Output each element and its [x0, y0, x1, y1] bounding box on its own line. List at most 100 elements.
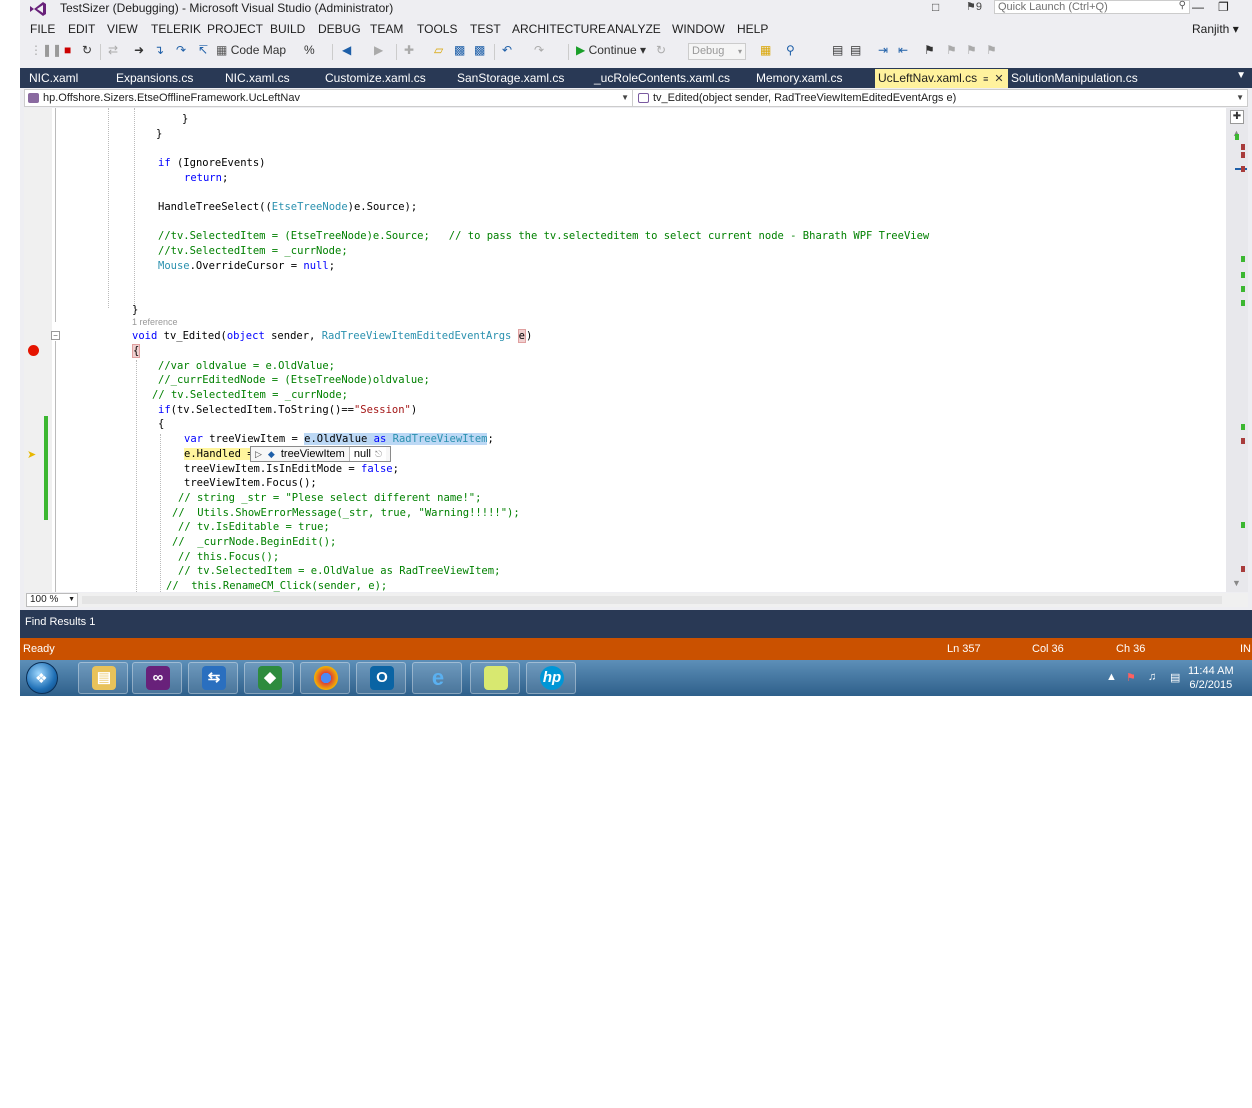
menu-window[interactable]: WINDOW — [672, 22, 725, 36]
taskbar-hp[interactable]: hp — [526, 662, 576, 694]
menu-team[interactable]: TEAM — [370, 22, 403, 36]
scroll-down-icon[interactable]: ▼ — [1232, 578, 1241, 588]
notification-flag-icon[interactable]: ⚑9 — [966, 0, 982, 13]
restore-button[interactable]: ❐ — [1218, 0, 1229, 14]
hex-display-icon[interactable]: % — [304, 43, 315, 57]
expand-arrow-icon[interactable]: ▷ — [255, 449, 262, 459]
stop-debugging-icon[interactable]: ■ — [64, 43, 71, 57]
taskbar-chrome[interactable] — [300, 662, 350, 694]
find-icon[interactable]: ⚲ — [786, 43, 795, 57]
menu-telerik[interactable]: TELERIK — [151, 22, 201, 36]
uncomment-icon[interactable]: ▤ — [850, 43, 861, 57]
clear-bookmarks-icon[interactable]: ⚑ — [986, 43, 997, 57]
bookmark-icon[interactable]: ⚑ — [924, 43, 935, 57]
taskbar-outlook[interactable]: O — [356, 662, 406, 694]
menu-build[interactable]: BUILD — [270, 22, 305, 36]
code-map-button[interactable]: ▦ Code Map — [216, 43, 286, 57]
menu-project[interactable]: PROJECT — [207, 22, 263, 36]
toolbar-separator — [494, 44, 495, 60]
attach-icon[interactable]: ↻ — [656, 43, 666, 57]
solution-configuration-select[interactable]: Debug ▾ — [688, 43, 746, 60]
tab-ucrolecontents-xaml-cs[interactable]: _ucRoleContents.xaml.cs — [594, 71, 730, 85]
break-all-icon[interactable]: ❚❚ — [42, 43, 62, 57]
restart-icon[interactable]: ↻ — [82, 43, 92, 57]
show-next-statement-icon[interactable]: ➜ — [134, 43, 144, 57]
network-icon[interactable]: ▤ — [1170, 671, 1180, 684]
code-line: void tv_Edited(object sender, RadTreeVie… — [132, 329, 533, 343]
system-clock[interactable]: 11:44 AM 6/2/2015 — [1188, 664, 1234, 692]
menu-edit[interactable]: EDIT — [68, 22, 95, 36]
feedback-icon[interactable]: □ — [932, 0, 939, 14]
navigate-forward-icon[interactable]: ▶ — [374, 43, 383, 57]
volume-muted-icon[interactable]: ♫ — [1148, 671, 1156, 683]
action-center-icon[interactable]: ⚑ — [1126, 671, 1136, 684]
navigation-bar: hp.Offshore.Sizers.EtseOfflineFramework.… — [24, 89, 1248, 107]
navigate-back-icon[interactable]: ◀ — [342, 43, 351, 57]
tab-nic-xaml[interactable]: NIC.xaml — [29, 71, 78, 85]
step-over-icon[interactable]: ↷ — [176, 43, 186, 57]
menu-file[interactable]: FILE — [30, 22, 55, 36]
menu-view[interactable]: VIEW — [107, 22, 138, 36]
pin-icon[interactable]: ≡ — [983, 74, 988, 84]
taskbar-app[interactable]: ◆ — [244, 662, 294, 694]
datatip-value[interactable]: null ⎋ — [348, 447, 387, 461]
prev-bookmark-icon[interactable]: ⚑ — [946, 43, 957, 57]
tab-nic-xaml-cs[interactable]: NIC.xaml.cs — [225, 71, 290, 85]
menu-tools[interactable]: TOOLS — [417, 22, 457, 36]
menu-debug[interactable]: DEBUG — [318, 22, 361, 36]
split-window-icon[interactable]: ✚ — [1230, 110, 1244, 124]
new-project-icon[interactable]: ✚ — [404, 43, 414, 57]
debugger-datatip[interactable]: ▷ ◆ treeViewItem null ⎋ — [250, 446, 392, 462]
taskbar-explorer[interactable]: ▤ — [78, 662, 128, 694]
vertical-scrollbar[interactable]: ✚ ▲ ▼ — [1226, 108, 1248, 592]
next-bookmark-icon[interactable]: ⚑ — [966, 43, 977, 57]
save-all-icon[interactable]: ▩ — [474, 43, 485, 57]
indent-guide — [136, 360, 137, 592]
variable-icon: ◆ — [267, 449, 275, 459]
user-name: Ranjith — [1192, 22, 1230, 36]
code-lens-references[interactable]: 1 reference — [132, 317, 178, 327]
open-file-icon[interactable]: ▱ — [434, 43, 443, 57]
tab-expansions-cs[interactable]: Expansions.cs — [116, 71, 193, 85]
save-icon[interactable]: ▩ — [454, 43, 465, 57]
taskbar-sticky-notes[interactable] — [470, 662, 520, 694]
tab-memory-xaml-cs[interactable]: Memory.xaml.cs — [756, 71, 842, 85]
redo-icon[interactable]: ↷ — [534, 43, 544, 57]
step-out-icon[interactable]: ↸ — [198, 43, 208, 57]
step-into-icon[interactable]: ↴ — [154, 43, 164, 57]
menu-help[interactable]: HELP — [737, 22, 768, 36]
zoom-level-select[interactable]: 100 % ▼ — [26, 593, 78, 607]
taskbar-internet-explorer[interactable]: e — [412, 662, 462, 694]
tab-label: UcLeftNav.xaml.cs — [878, 71, 978, 85]
horizontal-scrollbar[interactable] — [82, 596, 1222, 604]
menu-analyze[interactable]: ANALYZE — [607, 22, 661, 36]
minimize-button[interactable]: — — [1192, 0, 1204, 14]
close-icon[interactable]: ✕ — [994, 73, 1003, 85]
quick-launch-input[interactable]: Quick Launch (Ctrl+Q) ⚲ — [994, 0, 1190, 14]
find-results-tab[interactable]: Find Results 1 — [25, 616, 95, 628]
browser-link-icon[interactable]: ⇄ — [108, 43, 118, 57]
find-in-files-icon[interactable]: ▦ — [760, 43, 771, 57]
show-hidden-icons-icon[interactable]: ▲ — [1106, 671, 1117, 683]
code-editor[interactable]: ➤ − } } if (IgnoreEvents) return; Handle… — [24, 108, 1248, 592]
tab-sanstorage-xaml-cs[interactable]: SanStorage.xaml.cs — [457, 71, 564, 85]
pin-icon[interactable]: ⎋ — [375, 449, 382, 459]
continue-button[interactable]: ▶ Continue ▾ — [576, 43, 646, 57]
start-button[interactable]: ❖ — [26, 662, 58, 694]
menu-test[interactable]: TEST — [470, 22, 501, 36]
taskbar-visual-studio[interactable]: ∞ — [132, 662, 182, 694]
tab-customize-xaml-cs[interactable]: Customize.xaml.cs — [325, 71, 426, 85]
user-account[interactable]: Ranjith ▾ — [1192, 22, 1239, 36]
type-dropdown[interactable]: hp.Offshore.Sizers.EtseOfflineFramework.… — [25, 90, 633, 106]
clock-date: 6/2/2015 — [1189, 679, 1233, 691]
tab-overflow-icon[interactable]: ▼ — [1236, 70, 1246, 81]
outdent-icon[interactable]: ⇤ — [898, 43, 908, 57]
member-dropdown[interactable]: tv_Edited(object sender, RadTreeViewItem… — [635, 90, 1247, 106]
menu-architecture[interactable]: ARCHITECTURE — [512, 22, 606, 36]
undo-icon[interactable]: ↶ — [502, 43, 512, 57]
comment-icon[interactable]: ▤ — [832, 43, 843, 57]
indent-icon[interactable]: ⇥ — [878, 43, 888, 57]
taskbar-remote-desktop[interactable]: ⇆ — [188, 662, 238, 694]
tab-solutionmanipulation-cs[interactable]: SolutionManipulation.cs — [1011, 71, 1138, 85]
tab-ucleftnav-xaml-cs[interactable]: UcLeftNav.xaml.cs ≡ ✕ — [875, 69, 1008, 88]
